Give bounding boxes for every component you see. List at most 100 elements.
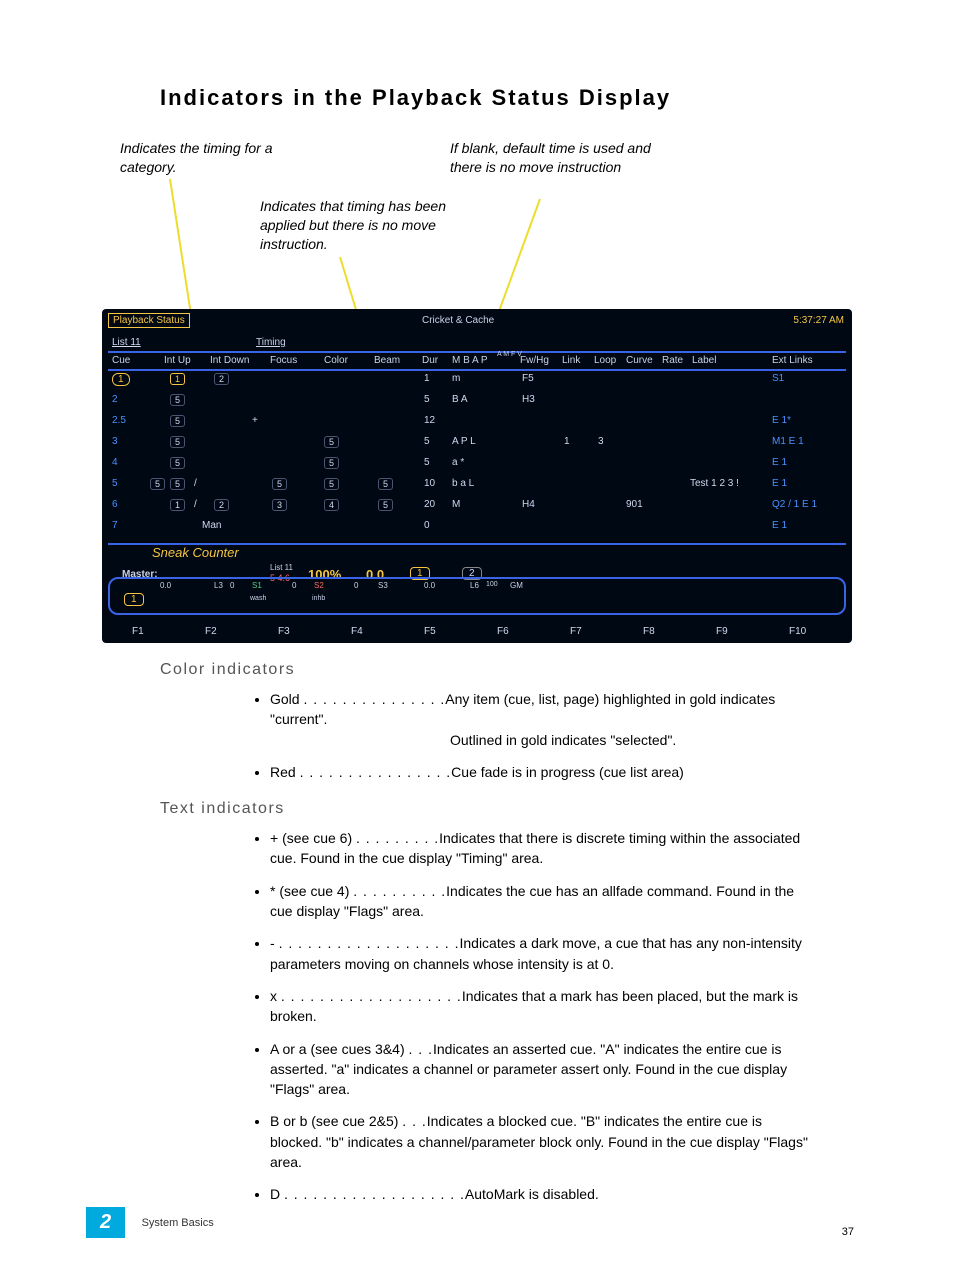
flags: B A <box>452 394 468 405</box>
color: 5 <box>324 457 339 469</box>
color: 5 <box>324 436 339 448</box>
fader-gm: GM <box>510 581 523 590</box>
fkey-f2[interactable]: F2 <box>205 626 217 637</box>
col-link: Link <box>562 355 580 366</box>
col-color: Color <box>324 355 348 366</box>
link: 1 <box>564 436 570 447</box>
ext-link: E 1 <box>772 478 787 489</box>
manual: Man <box>202 520 221 531</box>
beam: 5 <box>378 478 393 490</box>
tab-playback-status[interactable]: Playback Status <box>108 313 190 328</box>
fader-r0: 0.0 <box>424 581 435 590</box>
ext-link: E 1 <box>772 520 787 531</box>
leader-dots: . . . . . . . . . . . . . . . . <box>300 764 452 780</box>
indicator-item: + (see cue 6) . . . . . . . . .Indicates… <box>270 828 814 869</box>
col-intdown: Int Down <box>210 355 249 366</box>
leader-dots: . . . . . . . . . . . . . . . . . . . <box>281 988 462 1004</box>
fkey-f6[interactable]: F6 <box>497 626 509 637</box>
indicator-term: Gold <box>270 691 303 707</box>
color-indicators-list: Gold . . . . . . . . . . . . . . .Any it… <box>230 689 814 782</box>
intdown: 2 <box>214 373 229 385</box>
dur: 12 <box>424 415 435 426</box>
col-curve: Curve <box>626 355 653 366</box>
col-cue: Cue <box>112 355 130 366</box>
ext-link: E 1* <box>772 415 791 426</box>
col-dur: Dur <box>422 355 438 366</box>
fkey-f10[interactable]: F10 <box>789 626 806 637</box>
indicator-term: - <box>270 935 279 951</box>
annotation-category-timing: Indicates the timing for a category. <box>120 139 320 177</box>
col-intup: Int Up <box>164 355 191 366</box>
fader-wash: wash <box>250 595 266 602</box>
indicator-item: B or b (see cue 2&5) . . .Indicates a bl… <box>270 1111 814 1172</box>
fkey-f7[interactable]: F7 <box>570 626 582 637</box>
ext-link: Q2 / 1 E 1 <box>772 499 817 510</box>
chapter-badge: 2 <box>86 1207 125 1238</box>
fader-sub0b: 0 <box>292 581 296 590</box>
flags: b a L <box>452 478 474 489</box>
cue-number: 7 <box>112 520 118 531</box>
intup: 5 <box>170 457 185 469</box>
indicator-item: - . . . . . . . . . . . . . . . . . . .I… <box>270 933 814 974</box>
footer-section: System Basics <box>142 1217 214 1229</box>
flags: M <box>452 499 460 510</box>
indicator-item: * (see cue 4) . . . . . . . . . .Indicat… <box>270 881 814 922</box>
slash: / <box>194 478 197 489</box>
intup: 5 <box>170 436 185 448</box>
indicator-item: Gold . . . . . . . . . . . . . . .Any it… <box>270 689 814 750</box>
fwhg: H3 <box>522 394 535 405</box>
color-indicators-heading: Color indicators <box>160 661 854 679</box>
flags: m <box>452 373 460 384</box>
col-flags-sub: A M F V <box>497 351 522 359</box>
col-beam: Beam <box>374 355 400 366</box>
fkey-f4[interactable]: F4 <box>351 626 363 637</box>
intup: 5 <box>170 394 185 406</box>
annotation-timing-no-move: Indicates that timing has been applied b… <box>260 197 460 254</box>
header-divider <box>108 351 846 353</box>
color: 4 <box>324 499 339 511</box>
indicator-term: * (see cue 4) <box>270 883 353 899</box>
col-loop: Loop <box>594 355 616 366</box>
fkey-f8[interactable]: F8 <box>643 626 655 637</box>
fader-l3: L3 <box>214 581 223 590</box>
annotation-area: Indicates the timing for a category. Ind… <box>120 139 854 309</box>
leader-dots: . . . . . . . . . . . . . . . <box>303 691 445 707</box>
cue-number: 5 <box>112 478 118 489</box>
fkey-f1[interactable]: F1 <box>132 626 144 637</box>
intup: 5 <box>170 415 185 427</box>
dur: 5 <box>424 457 430 468</box>
loop: 3 <box>598 436 604 447</box>
cue-number: 2.5 <box>112 415 126 426</box>
slash: / <box>194 499 197 510</box>
intup: 5 <box>170 478 185 490</box>
page-footer: 2 System Basics 37 <box>0 1207 954 1238</box>
fwhg: F5 <box>522 373 534 384</box>
col-label: Label <box>692 355 716 366</box>
indicator-item: x . . . . . . . . . . . . . . . . . . .I… <box>270 986 814 1027</box>
intup: 1 <box>170 499 185 511</box>
col-flags: M B A P <box>452 355 488 366</box>
fader-s3: S3 <box>378 581 388 590</box>
indicator-term: B or b (see cue 2&5) <box>270 1113 402 1129</box>
dur: 5 <box>424 436 430 447</box>
fkey-f3[interactable]: F3 <box>278 626 290 637</box>
leader-dots: . . . <box>409 1041 433 1057</box>
dur: 5 <box>424 394 430 405</box>
fader-1[interactable]: 1 <box>124 593 144 606</box>
ext-link: M1 E 1 <box>772 436 804 447</box>
indicator-term: + (see cue 6) <box>270 830 356 846</box>
fkey-f5[interactable]: F5 <box>424 626 436 637</box>
indicator-term: Red <box>270 764 300 780</box>
leader-dots: . . . . . . . . . . . . . . . . . . . <box>279 935 460 951</box>
indicator-term: A or a (see cues 3&4) <box>270 1041 409 1057</box>
clock: 5:37:27 AM <box>793 315 844 326</box>
beam: 5 <box>378 499 393 511</box>
leader-dots: . . . . . . . . . . . . . . . . . . . <box>284 1186 465 1202</box>
indicator-item: Red . . . . . . . . . . . . . . . .Cue f… <box>270 762 814 782</box>
cue-number: 6 <box>112 499 118 510</box>
intup: 1 <box>170 373 185 385</box>
color: 5 <box>324 478 339 490</box>
fader-sub0a: 0 <box>230 581 234 590</box>
fkey-f9[interactable]: F9 <box>716 626 728 637</box>
label: Test 1 2 3 ! <box>690 478 739 489</box>
